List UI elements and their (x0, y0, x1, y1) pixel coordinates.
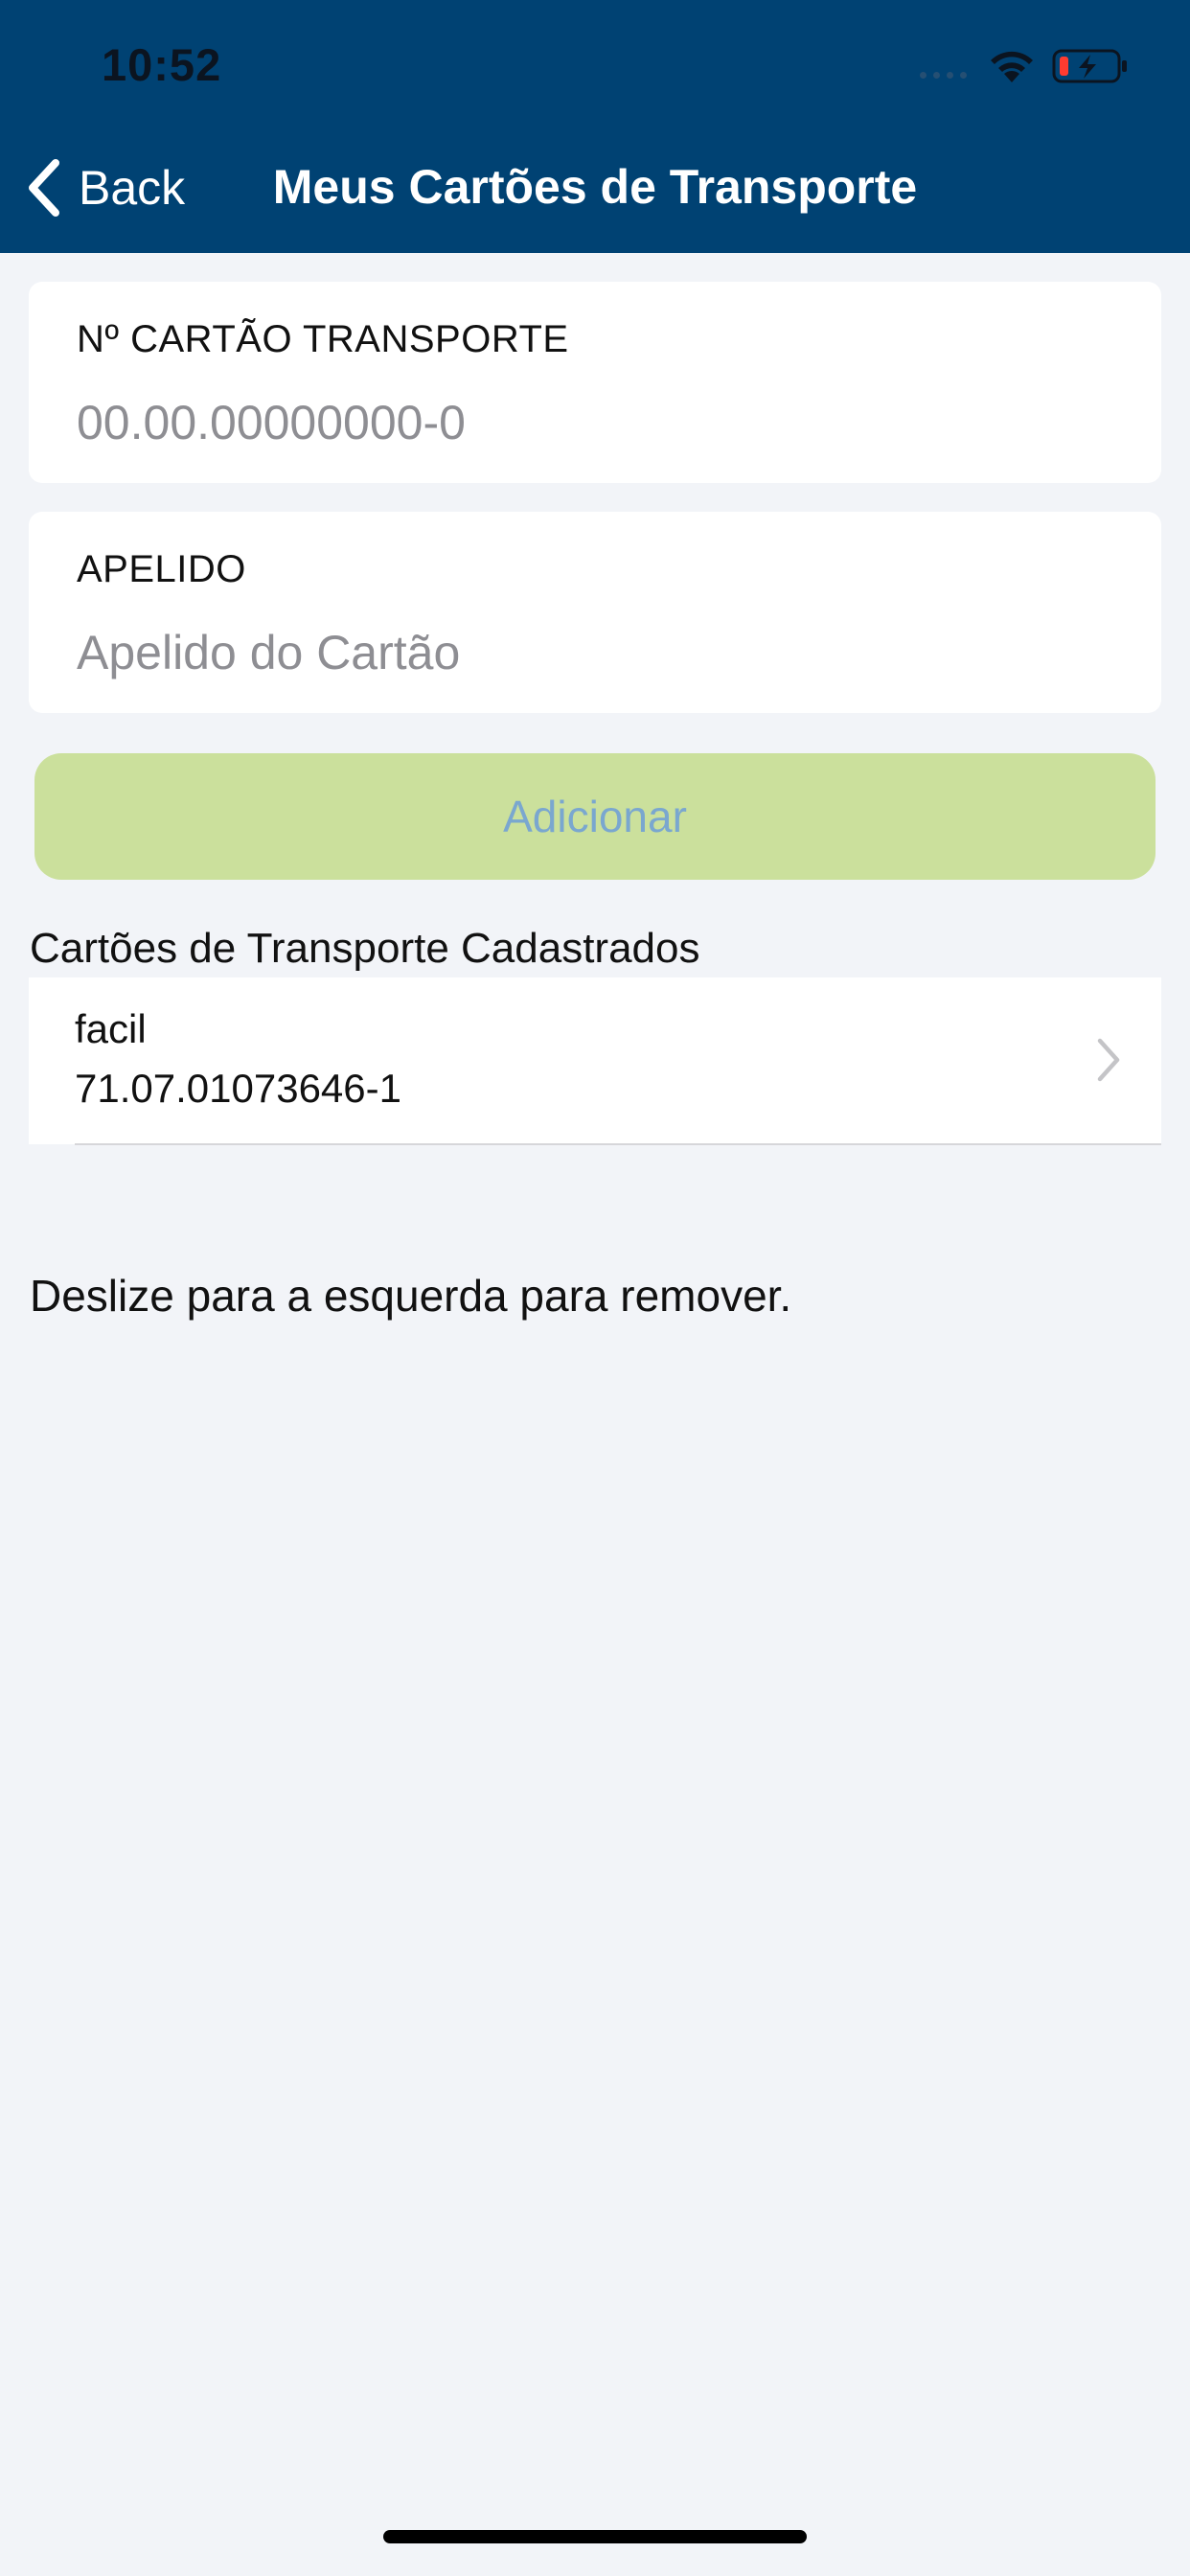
status-time: 10:52 (102, 39, 222, 90)
page-title: Meus Cartões de Transporte (272, 160, 918, 214)
card-number: 71.07.01073646-1 (75, 1066, 401, 1111)
card-number-input[interactable] (77, 389, 1111, 456)
list-divider (75, 1143, 1161, 1145)
card-number-field: Nº CARTÃO TRANSPORTE (29, 282, 1161, 483)
card-number-label: Nº CARTÃO TRANSPORTE (77, 318, 569, 360)
home-indicator (383, 2530, 807, 2543)
chevron-right-icon (1097, 1038, 1120, 1082)
wifi-icon (991, 51, 1033, 82)
cellular-signal-icon (920, 72, 967, 79)
battery-charging-icon (1052, 49, 1127, 83)
navigation-header: 10:52 Back Meus Cartões de Transporte (0, 0, 1190, 253)
registered-cards-title: Cartões de Transporte Cadastrados (30, 925, 700, 972)
swipe-hint: Deslize para a esquerda para remover. (30, 1271, 792, 1321)
card-nickname: facil (75, 1006, 147, 1051)
add-button[interactable]: Adicionar (34, 753, 1156, 880)
nickname-label: APELIDO (77, 548, 246, 590)
nickname-input[interactable] (77, 619, 1111, 686)
nickname-field: APELIDO (29, 512, 1161, 713)
list-item[interactable]: facil 71.07.01073646-1 (29, 978, 1161, 1144)
